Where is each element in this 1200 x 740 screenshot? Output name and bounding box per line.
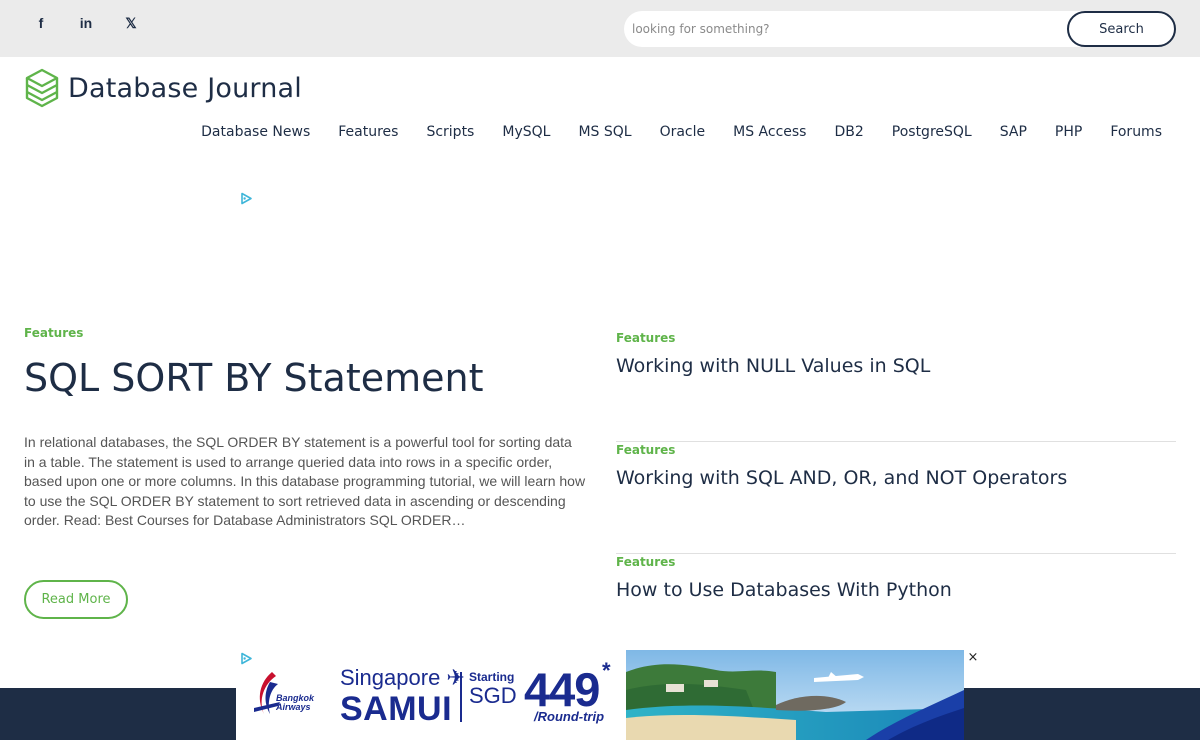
nav-item-ms-sql[interactable]: MS SQL [578, 124, 631, 140]
article-title[interactable]: Working with NULL Values in SQL [616, 355, 1176, 377]
ad-destination-top: Singapore ✈ [340, 665, 465, 690]
article-category[interactable]: Features [616, 443, 1176, 457]
linkedin-icon[interactable]: in [75, 13, 97, 33]
ad-asterisk: * [602, 658, 611, 683]
article-title[interactable]: Working with SQL AND, OR, and NOT Operat… [616, 467, 1176, 489]
article-category[interactable]: Features [616, 331, 1176, 345]
nav-item-database-news[interactable]: Database News [201, 124, 310, 140]
nav-item-mysql[interactable]: MySQL [502, 124, 550, 140]
featured-category[interactable]: Features [24, 326, 83, 340]
ad-starting-label: Starting [469, 670, 515, 684]
featured-title[interactable]: SQL SORT BY Statement [24, 356, 484, 400]
ad-currency: SGD [469, 683, 517, 708]
nav-item-forums[interactable]: Forums [1110, 124, 1162, 140]
main-nav: Database News Features Scripts MySQL MS … [201, 124, 1162, 140]
nav-item-db2[interactable]: DB2 [834, 124, 863, 140]
logo-text: Database Journal [68, 72, 302, 104]
site-logo[interactable]: Database Journal [24, 68, 302, 108]
nav-item-ms-access[interactable]: MS Access [733, 124, 806, 140]
side-article-list: Features Working with NULL Values in SQL… [616, 330, 1176, 666]
article-title[interactable]: How to Use Databases With Python [616, 579, 1176, 601]
ad-close-button[interactable]: × [966, 651, 980, 665]
ad-round-trip: /Round-trip [534, 709, 605, 724]
nav-item-features[interactable]: Features [338, 124, 398, 140]
nav-item-postgresql[interactable]: PostgreSQL [892, 124, 972, 140]
ad-choices-icon[interactable] [240, 192, 253, 205]
article-category[interactable]: Features [616, 555, 1176, 569]
ad-brand: Bangkok Airways [276, 693, 315, 712]
search-form: Search [624, 11, 1176, 47]
read-more-button[interactable]: Read More [24, 580, 128, 619]
database-stack-icon [25, 68, 59, 108]
featured-excerpt: In relational databases, the SQL ORDER B… [24, 434, 586, 529]
ad-island-photo [626, 650, 964, 740]
ad-choices-icon[interactable] [240, 652, 253, 665]
ad-destination-main: SAMUI [340, 690, 453, 728]
ad-divider [460, 672, 462, 722]
nav-item-oracle[interactable]: Oracle [660, 124, 706, 140]
social-links: f in 𝕏 [30, 13, 142, 33]
search-button[interactable]: Search [1067, 11, 1176, 47]
list-item: Features Working with SQL AND, OR, and N… [616, 443, 1176, 554]
x-twitter-icon[interactable]: 𝕏 [120, 13, 142, 33]
ad-banner[interactable]: Bangkok Airways Singapore ✈ SAMUI Starti… [236, 650, 964, 740]
nav-item-sap[interactable]: SAP [1000, 124, 1027, 140]
top-bar: f in 𝕏 Search [0, 0, 1200, 57]
list-item: Features Working with NULL Values in SQL [616, 331, 1176, 442]
nav-item-php[interactable]: PHP [1055, 124, 1082, 140]
search-input[interactable] [624, 11, 1094, 47]
nav-item-scripts[interactable]: Scripts [426, 124, 474, 140]
facebook-icon[interactable]: f [30, 13, 52, 33]
